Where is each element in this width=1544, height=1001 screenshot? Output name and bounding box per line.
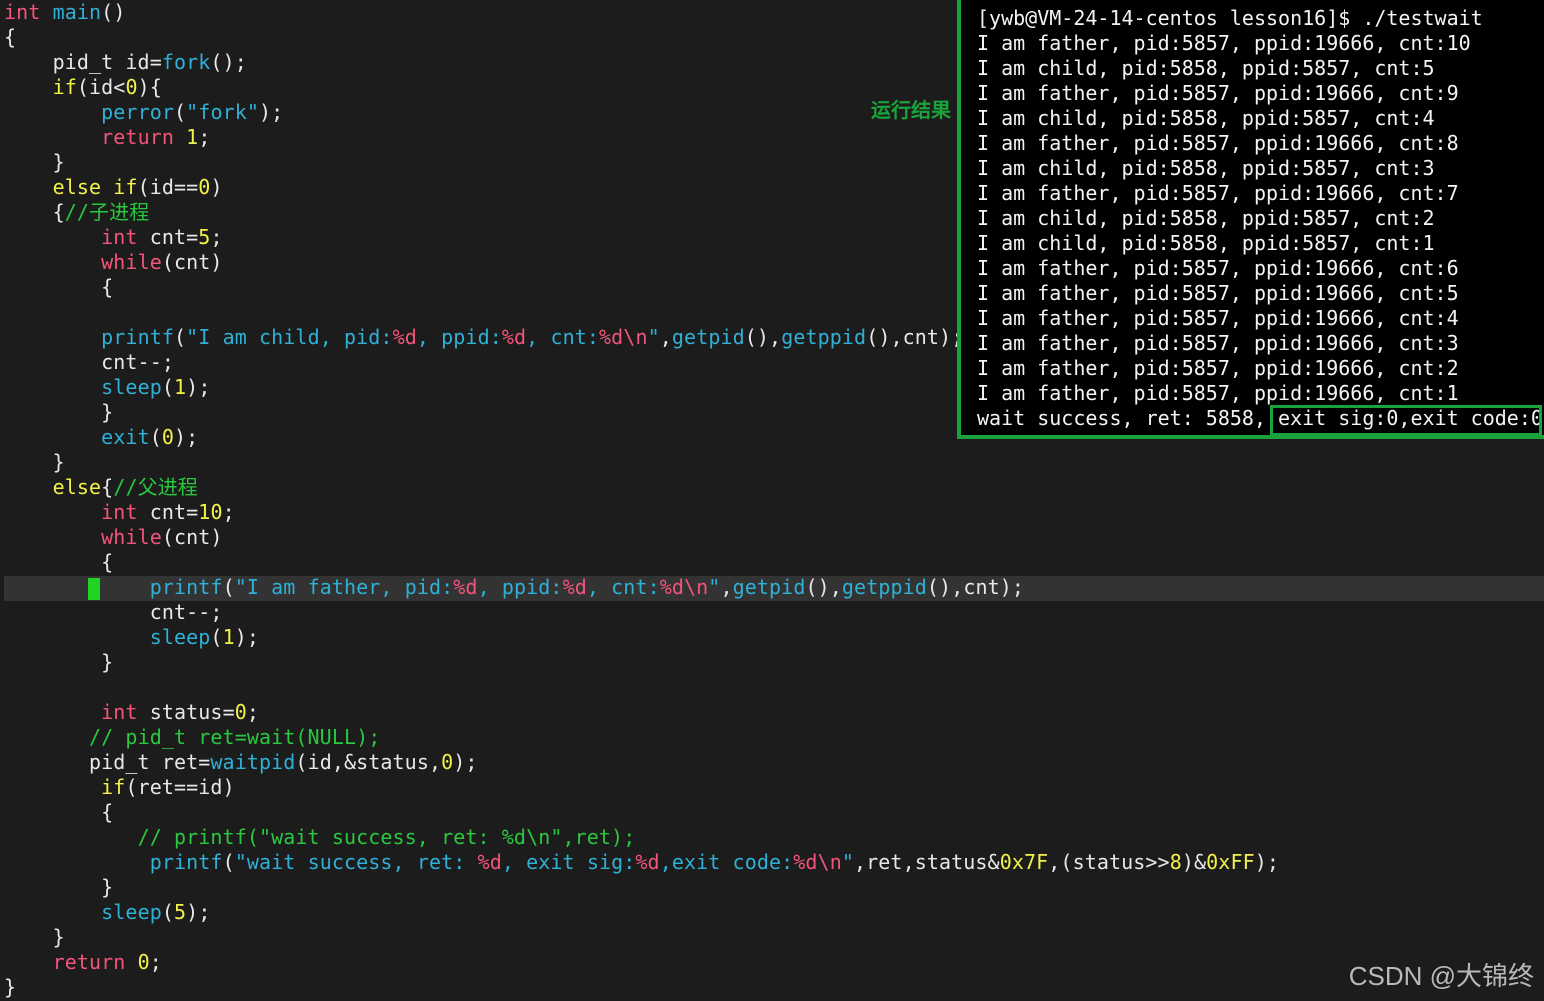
code-line: // printf("wait success, ret: %d\n",ret)… — [137, 825, 636, 849]
terminal-line: I am father, pid:5857, ppid:19666, cnt:1 — [977, 381, 1459, 405]
terminal-line: I am father, pid:5857, ppid:19666, cnt:8 — [977, 131, 1459, 155]
code-line: int main() — [4, 0, 126, 24]
code-line: if(ret==id) — [101, 775, 235, 799]
code-line: printf("I am father, pid:%d, ppid:%d, cn… — [149, 575, 1025, 599]
code-line: } — [4, 925, 65, 949]
code-line: int cnt=5; — [101, 225, 223, 249]
terminal-line: I am child, pid:5858, ppid:5857, cnt:5 — [977, 56, 1435, 80]
code-line: cnt--; — [4, 350, 174, 374]
code-line: {//子进程 — [4, 200, 150, 224]
watermark: CSDN @大锦终 — [1348, 961, 1534, 991]
code-line: sleep(1); — [101, 375, 211, 399]
terminal-line: I am father, pid:5857, ppid:19666, cnt:9 — [977, 81, 1459, 105]
terminal-line: I am father, pid:5857, ppid:19666, cnt:3 — [977, 331, 1459, 355]
code-line: { — [4, 275, 114, 299]
code-line: sleep(5); — [101, 900, 211, 924]
code-line: sleep(1); — [149, 625, 260, 649]
terminal-line: I am father, pid:5857, ppid:19666, cnt:4 — [977, 306, 1459, 330]
terminal-output-panel: [ywb@VM-24-14-centos lesson16]$ ./testwa… — [957, 0, 1544, 439]
code-line: int status=0; — [101, 700, 260, 724]
code-line: } — [4, 875, 114, 899]
text-cursor — [88, 578, 100, 600]
code-line: while(cnt) — [101, 525, 223, 549]
code-line: if(id<0){ — [52, 75, 162, 99]
code-line: else if(id==0) — [52, 175, 223, 199]
code-line: int cnt=10; — [101, 500, 235, 524]
code-line: pid_t ret=waitpid(id,&status,0); — [4, 750, 478, 774]
terminal-line: I am child, pid:5858, ppid:5857, cnt:1 — [977, 231, 1435, 255]
terminal-line: I am father, pid:5857, ppid:19666, cnt:1… — [977, 31, 1471, 55]
code-line: cnt--; — [4, 600, 223, 624]
terminal-line: I am child, pid:5858, ppid:5857, cnt:2 — [977, 206, 1435, 230]
code-line: } — [4, 650, 114, 674]
code-line: perror("fork"); — [101, 100, 284, 124]
terminal-line: I am child, pid:5858, ppid:5857, cnt:4 — [977, 106, 1435, 130]
code-line: pid_t id=fork(); — [4, 50, 247, 74]
terminal-line: [ywb@VM-24-14-centos lesson16]$ ./testwa… — [977, 6, 1483, 30]
code-line: { — [4, 550, 114, 574]
terminal-line: I am father, pid:5857, ppid:19666, cnt:5 — [977, 281, 1459, 305]
run-result-label: 运行结果 — [871, 98, 951, 122]
terminal-line: I am child, pid:5858, ppid:5857, cnt:3 — [977, 156, 1435, 180]
code-line: } — [4, 150, 65, 174]
code-line: return 1; — [101, 125, 211, 149]
exit-status-highlight-box — [1270, 405, 1542, 436]
code-line: printf("I am child, pid:%d, ppid:%d, cnt… — [101, 325, 964, 349]
code-line: exit(0); — [101, 425, 199, 449]
code-line: else{//父进程 — [52, 475, 198, 499]
code-line: } — [4, 400, 114, 424]
terminal-line: I am father, pid:5857, ppid:19666, cnt:6 — [977, 256, 1459, 280]
code-line: // pid_t ret=wait(NULL); — [89, 725, 381, 749]
terminal-line: I am father, pid:5857, ppid:19666, cnt:2 — [977, 356, 1459, 380]
code-line: while(cnt) — [101, 250, 223, 274]
terminal-line: I am father, pid:5857, ppid:19666, cnt:7 — [977, 181, 1459, 205]
code-line: { — [4, 800, 114, 824]
code-line: { — [4, 25, 17, 49]
code-line: } — [4, 450, 65, 474]
code-line: return 0; — [52, 950, 162, 974]
code-line: printf("wait success, ret: %d, exit sig:… — [149, 850, 1280, 874]
code-line: } — [4, 975, 17, 999]
